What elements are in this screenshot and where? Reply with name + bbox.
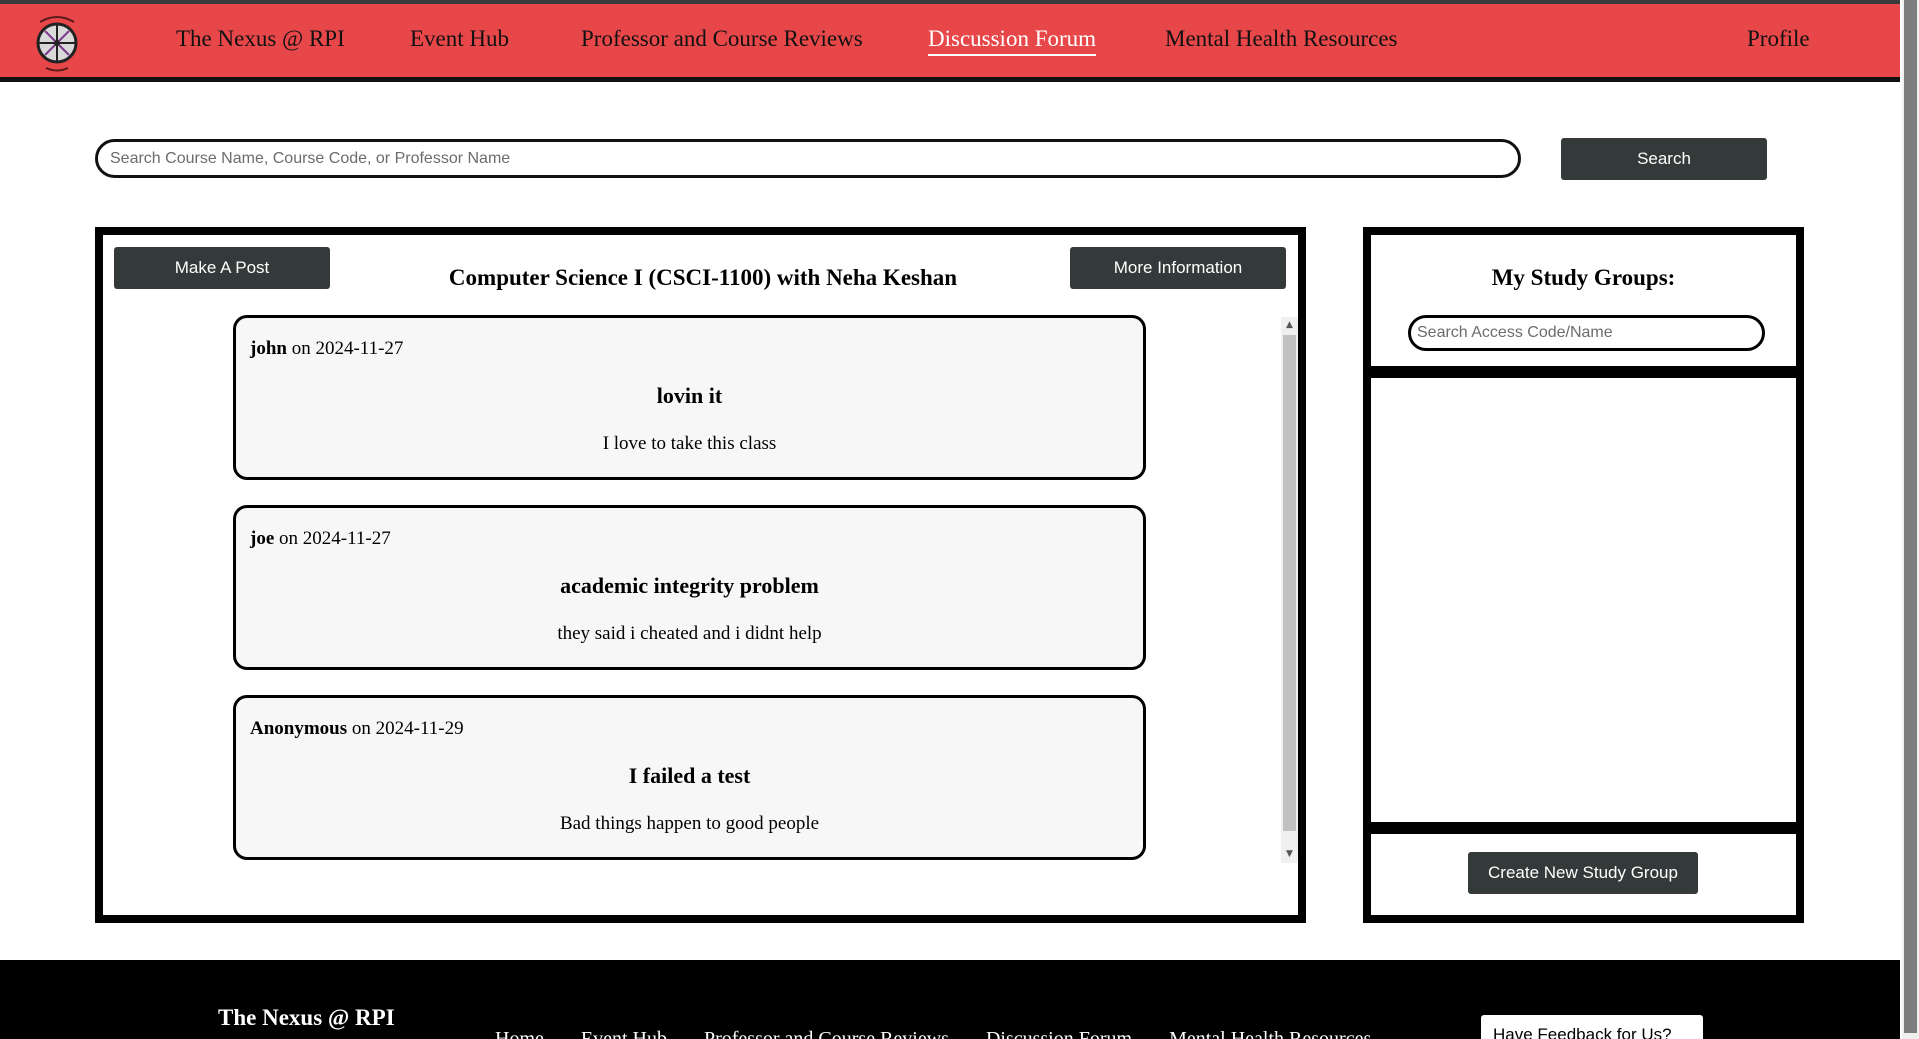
nav-item-mental-health[interactable]: Mental Health Resources bbox=[1165, 26, 1397, 52]
feedback-button[interactable]: Have Feedback for Us? bbox=[1481, 1015, 1703, 1039]
post-author: Anonymous bbox=[250, 718, 348, 739]
footer-title: The Nexus @ RPI bbox=[218, 1005, 395, 1030]
footer-link-discussion-forum[interactable]: Discussion Forum bbox=[986, 1028, 1132, 1039]
scroll-up-arrow-icon[interactable]: ▲ bbox=[1281, 317, 1298, 334]
posts-scroll-thumb[interactable] bbox=[1283, 335, 1296, 831]
post-author: joe bbox=[250, 528, 275, 549]
course-search-input[interactable] bbox=[95, 139, 1521, 178]
post-card[interactable]: john on 2024-11-27 lovin it I love to ta… bbox=[233, 315, 1146, 480]
nav-item-reviews[interactable]: Professor and Course Reviews bbox=[581, 26, 863, 52]
search-button[interactable]: Search bbox=[1561, 138, 1767, 180]
post-author: john bbox=[250, 338, 287, 359]
post-body: Bad things happen to good people bbox=[559, 813, 820, 834]
post-meta: Anonymous on 2024-11-29 bbox=[250, 718, 464, 740]
post-meta: john on 2024-11-27 bbox=[250, 338, 403, 360]
forum-panel: Make A Post Computer Science I (CSCI-110… bbox=[95, 227, 1306, 923]
page-scroll-thumb[interactable] bbox=[1904, 0, 1917, 1033]
footer-links: Home Event Hub Professor and Course Revi… bbox=[495, 1028, 1403, 1039]
post-card[interactable]: Anonymous on 2024-11-29 I failed a test … bbox=[233, 695, 1146, 860]
post-date: on 2024-11-27 bbox=[274, 528, 391, 549]
study-groups-header-panel: My Study Groups: bbox=[1363, 227, 1804, 374]
post-card[interactable]: joe on 2024-11-27 academic integrity pro… bbox=[233, 505, 1146, 670]
scroll-down-arrow-icon[interactable]: ▼ bbox=[1281, 846, 1298, 863]
nexus-logo-icon[interactable] bbox=[30, 10, 84, 76]
page-scrollbar[interactable] bbox=[1902, 0, 1919, 1039]
make-post-button[interactable]: Make A Post bbox=[114, 247, 330, 289]
forum-title: Computer Science I (CSCI-1100) with Neha… bbox=[448, 265, 958, 290]
footer-link-mental-health[interactable]: Mental Health Resources bbox=[1169, 1028, 1371, 1039]
nav-item-profile[interactable]: Profile bbox=[1747, 26, 1810, 52]
nav-item-discussion-forum[interactable]: Discussion Forum bbox=[928, 26, 1097, 56]
footer: The Nexus @ RPI Home Event Hub Professor… bbox=[0, 960, 1900, 1039]
study-groups-title: My Study Groups: bbox=[1491, 265, 1676, 290]
create-study-group-button[interactable]: Create New Study Group bbox=[1468, 852, 1698, 894]
nav-item-event-hub[interactable]: Event Hub bbox=[410, 26, 509, 52]
posts-scrollbar[interactable]: ▲ ▼ bbox=[1281, 317, 1298, 863]
navbar: The Nexus @ RPI Event Hub Professor and … bbox=[0, 4, 1900, 82]
post-body: they said i cheated and i didnt help bbox=[557, 623, 822, 644]
footer-link-reviews[interactable]: Professor and Course Reviews bbox=[704, 1028, 949, 1039]
study-groups-footer-panel: Create New Study Group bbox=[1363, 826, 1804, 923]
posts-list[interactable]: john on 2024-11-27 lovin it I love to ta… bbox=[233, 315, 1300, 863]
post-meta: joe on 2024-11-27 bbox=[250, 528, 391, 550]
post-date: on 2024-11-29 bbox=[347, 718, 464, 739]
study-group-search-input[interactable] bbox=[1408, 315, 1765, 351]
footer-link-home[interactable]: Home bbox=[495, 1028, 544, 1039]
post-date: on 2024-11-27 bbox=[286, 338, 404, 359]
footer-link-event-hub[interactable]: Event Hub bbox=[581, 1028, 667, 1039]
study-groups-list bbox=[1363, 370, 1804, 830]
more-information-button[interactable]: More Information bbox=[1070, 247, 1286, 289]
post-title: I failed a test bbox=[628, 763, 751, 788]
nav-item-home[interactable]: The Nexus @ RPI bbox=[176, 26, 345, 52]
post-title: lovin it bbox=[656, 383, 723, 408]
post-title: academic integrity problem bbox=[560, 573, 819, 598]
post-body: I love to take this class bbox=[602, 433, 777, 454]
